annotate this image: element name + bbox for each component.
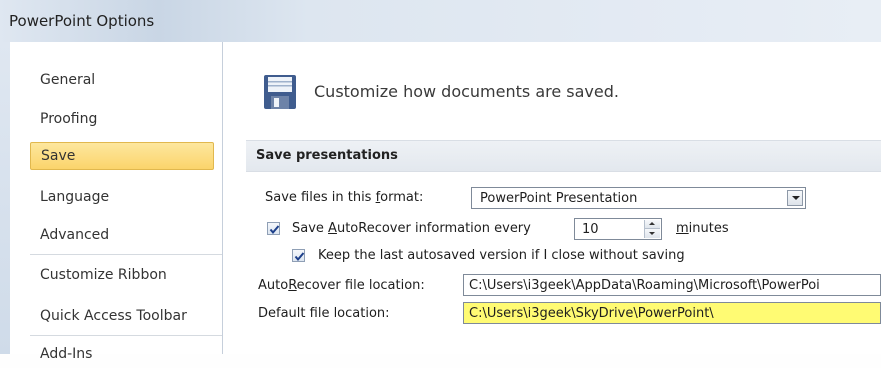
autorecover-location-label: AutoRecover file location: xyxy=(258,278,425,293)
window-frame xyxy=(0,42,10,354)
section-header: Save presentations xyxy=(246,140,881,172)
autorecover-minutes-value: 10 xyxy=(582,222,599,237)
minutes-label: minutes xyxy=(676,221,729,236)
default-location-value: C:\Users\i3geek\SkyDrive\PowerPoint\ xyxy=(469,306,714,321)
title-bar: PowerPoint Options xyxy=(0,0,881,42)
autorecover-location-value: C:\Users\i3geek\AppData\Roaming\Microsof… xyxy=(469,278,820,293)
sidebar-item-language[interactable]: Language xyxy=(30,183,214,211)
sidebar-item-add-ins[interactable]: Add-Ins xyxy=(30,340,214,368)
checkmark-icon xyxy=(294,252,305,262)
default-location-input[interactable]: C:\Users\i3geek\SkyDrive\PowerPoint\ xyxy=(463,302,881,324)
autorecover-location-input[interactable]: C:\Users\i3geek\AppData\Roaming\Microsof… xyxy=(463,274,881,296)
sidebar-item-proofing[interactable]: Proofing xyxy=(30,105,214,133)
default-location-label: Default file location: xyxy=(258,306,390,321)
page-header: Customize how documents are saved. xyxy=(314,82,619,101)
floppy-disk-icon xyxy=(264,75,296,109)
window-title: PowerPoint Options xyxy=(9,12,155,30)
autorecover-minutes-spinner[interactable]: 10 xyxy=(574,218,662,240)
sidebar-item-save[interactable]: Save xyxy=(30,142,214,170)
spinner-arrows xyxy=(644,220,660,238)
save-format-dropdown[interactable]: PowerPoint Presentation xyxy=(471,187,806,209)
section-title: Save presentations xyxy=(256,148,398,163)
sidebar-item-advanced[interactable]: Advanced xyxy=(30,221,214,249)
autorecover-checkbox[interactable] xyxy=(267,222,280,235)
sidebar: General Proofing Save Language Advanced … xyxy=(10,42,223,362)
sidebar-divider xyxy=(30,335,222,336)
save-format-value: PowerPoint Presentation xyxy=(480,191,638,206)
autorecover-label: Save AutoRecover information every xyxy=(292,221,531,236)
spinner-up-icon[interactable] xyxy=(645,220,660,229)
sidebar-item-quick-access-toolbar[interactable]: Quick Access Toolbar xyxy=(30,302,214,330)
sidebar-divider xyxy=(30,254,222,255)
save-format-label: Save files in this format: xyxy=(265,190,424,205)
keep-last-autosaved-label: Keep the last autosaved version if I clo… xyxy=(318,248,685,263)
checkmark-icon xyxy=(269,225,280,235)
sidebar-item-general[interactable]: General xyxy=(30,66,214,94)
keep-last-autosaved-checkbox[interactable] xyxy=(292,249,305,262)
spinner-down-icon[interactable] xyxy=(645,229,660,238)
sidebar-item-customize-ribbon[interactable]: Customize Ribbon xyxy=(30,261,214,289)
chevron-down-icon[interactable] xyxy=(787,190,803,206)
